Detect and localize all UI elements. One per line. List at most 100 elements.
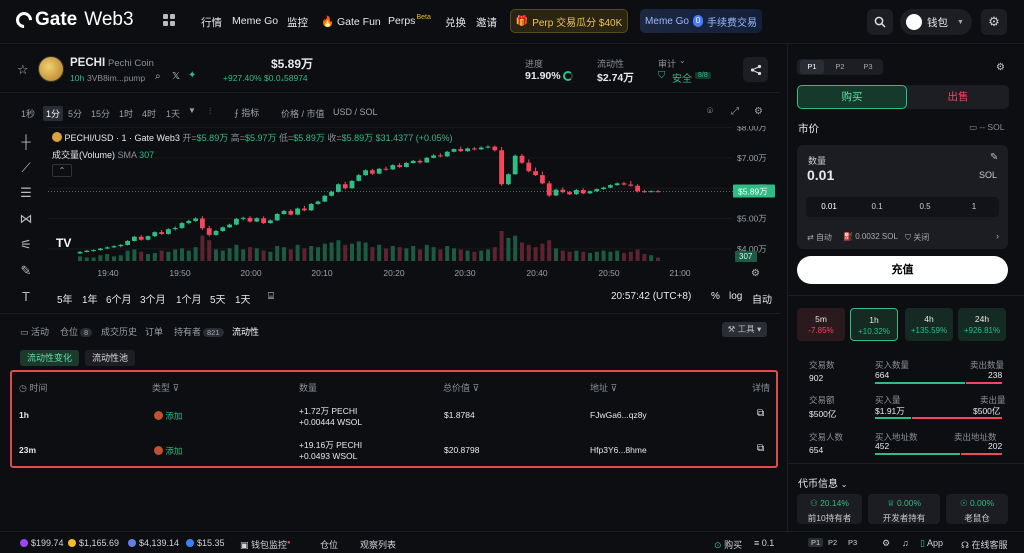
nav-gate-fun[interactable]: 🔥 Gate Fun [321, 15, 381, 28]
x-twitter-icon[interactable]: 𝕏 [172, 71, 180, 82]
interval-1m[interactable]: 1分 [43, 106, 64, 121]
log-toggle[interactable]: log [729, 291, 742, 302]
interval-1d[interactable]: 1天 [166, 107, 180, 120]
timeframe-1h[interactable]: 1h +10.32% [850, 308, 898, 341]
currency-toggle[interactable]: USD / SOL [333, 107, 378, 117]
priority-fee[interactable]: ⛽ 0.0032 SOL [843, 232, 898, 241]
interval-1s[interactable]: 1秒 [21, 107, 35, 120]
interval-15m[interactable]: 15分 [91, 107, 110, 120]
nav-meme-go[interactable]: Meme Go [232, 15, 278, 27]
quick-amount-0-01[interactable]: 0.01 [806, 199, 852, 215]
range-3m[interactable]: 3个月 [140, 291, 166, 306]
nav-invite[interactable]: 邀请 [476, 15, 497, 30]
candle-style-icon[interactable]: ⫶ [209, 106, 211, 117]
tools-dropdown[interactable]: ⚒ 工具 ▾ [722, 322, 767, 337]
slippage-auto[interactable]: ⇄ 自动 [807, 232, 832, 243]
buy-tab[interactable]: 购买 [797, 85, 907, 109]
fib-tool-icon[interactable]: ☰ [17, 185, 35, 203]
timeframe-5m[interactable]: 5m -7.85% [797, 308, 845, 341]
preset-p2[interactable]: P2 [828, 60, 852, 74]
range-6m[interactable]: 6个月 [106, 291, 132, 306]
chevron-right-icon[interactable]: › [996, 231, 999, 241]
ticker-base[interactable]: $15.35 [186, 538, 225, 548]
search-icon[interactable]: ⌕ [155, 71, 161, 82]
quick-buy-amount[interactable]: ≡ 0.1 [754, 538, 774, 548]
bottom-preset-p1[interactable]: P1 [808, 538, 824, 547]
watchlist-link[interactable]: 观察列表 [360, 538, 396, 551]
external-link-icon[interactable]: ⧉ [757, 443, 764, 454]
chevron-down-icon[interactable]: ⌄ [679, 56, 686, 65]
tab-trade-history[interactable]: 成交历史 [101, 325, 137, 338]
sell-tab[interactable]: 出售 [907, 85, 1009, 109]
amount-input[interactable]: 0.01 [807, 167, 834, 183]
subtab-liquidity-pools[interactable]: 流动性池 [85, 350, 136, 366]
perp-promo-banner[interactable]: 🎁 Perp 交易瓜分 $40K [510, 9, 628, 33]
tab-activity[interactable]: ▭ 活动 [20, 325, 49, 338]
bottom-preset-p3[interactable]: P3 [848, 538, 857, 547]
external-link-icon[interactable]: ⧉ [757, 408, 764, 419]
auto-scale-toggle[interactable]: 自动 [752, 291, 772, 306]
wallet-monitor-link[interactable]: ▣ 钱包监控● [240, 538, 291, 551]
nav-monitor[interactable]: 监控 [287, 15, 308, 30]
nav-market[interactable]: 行情 [201, 15, 222, 30]
price-chart[interactable]: $8.00万$7.00万$6.00万$5.00万$4.00万$5.89万3071… [0, 126, 780, 286]
camera-icon[interactable]: ⌾ [707, 106, 713, 117]
wallet-button[interactable]: 钱包 ▼ [900, 9, 972, 35]
nav-swap[interactable]: 兑换 [445, 15, 466, 30]
interval-5m[interactable]: 5分 [68, 107, 82, 120]
bell-icon[interactable]: ♫ [902, 538, 909, 548]
gate-web3-logo[interactable]: Gate Web3 [12, 8, 134, 32]
star-icon[interactable]: ☆ [17, 62, 29, 78]
range-5y[interactable]: 5年 [57, 291, 73, 306]
range-1y[interactable]: 1年 [82, 291, 98, 306]
chart-settings-icon[interactable]: ⚙ [754, 106, 763, 117]
date-range-icon[interactable]: ⌸ [268, 291, 274, 302]
ticker-eth[interactable]: $4,139.14 [128, 538, 179, 548]
positions-link[interactable]: 仓位 [320, 538, 338, 551]
quick-amount-1[interactable]: 1 [951, 199, 997, 215]
fullscreen-icon[interactable]: ⤢ [731, 106, 739, 117]
search-button[interactable] [867, 9, 893, 35]
app-download-link[interactable]: ▯ App [920, 538, 943, 549]
preset-p3[interactable]: P3 [856, 60, 880, 74]
support-link[interactable]: ☊ 在线客服 [961, 538, 1008, 551]
bottom-preset-p2[interactable]: P2 [828, 538, 837, 547]
measure-tool-icon[interactable]: ⚟ [17, 237, 35, 255]
deposit-button[interactable]: 充值 [797, 256, 1008, 284]
token-address[interactable]: 3VB8im...pump [87, 73, 145, 83]
apps-grid-icon[interactable] [163, 14, 175, 26]
brush-tool-icon[interactable]: ✎ [17, 263, 35, 281]
tab-holders[interactable]: 持有者 821 [174, 325, 224, 338]
range-5d[interactable]: 5天 [210, 291, 226, 306]
interval-1h[interactable]: 1时 [119, 107, 133, 120]
pattern-tool-icon[interactable]: ⋈ [17, 211, 35, 229]
percent-toggle[interactable]: % [711, 291, 720, 302]
token-info-toggle[interactable]: 代币信息 ⌄ [798, 475, 847, 490]
row-address[interactable]: FJwGa6...qz8y [590, 410, 647, 420]
quick-amount-0-1[interactable]: 0.1 [854, 199, 900, 215]
chart-clock[interactable]: 20:57:42 (UTC+8) [611, 291, 691, 302]
bottom-settings-icon[interactable]: ⚙ [882, 538, 890, 549]
interval-dropdown-icon[interactable]: ▼ [188, 106, 196, 115]
timeframe-24h[interactable]: 24h +926.81% [958, 308, 1006, 341]
price-mcap-toggle[interactable]: 价格 / 市值 [281, 107, 325, 120]
tab-positions[interactable]: 仓位 8 [60, 325, 93, 338]
col-address[interactable]: 地址 ⊽ [590, 381, 617, 394]
subtab-liquidity-changes[interactable]: 流动性变化 [20, 350, 80, 366]
quick-amount-0-5[interactable]: 0.5 [902, 199, 948, 215]
ticker-sol[interactable]: $199.74 [20, 538, 64, 548]
col-type[interactable]: 类型 ⊽ [152, 381, 179, 394]
settings-icon[interactable]: ⚙ [996, 62, 1005, 73]
indicators-button[interactable]: ⨍ 指标 [234, 106, 259, 119]
share-button[interactable] [743, 57, 768, 82]
timeframe-4h[interactable]: 4h +135.59% [905, 308, 953, 341]
tab-orders[interactable]: 订单 [145, 325, 163, 338]
settings-button[interactable]: ⚙ [981, 9, 1007, 35]
interval-4h[interactable]: 4时 [142, 107, 156, 120]
meme-go-promo-banner[interactable]: Meme Go 0 手续费交易 [640, 9, 762, 33]
range-1m[interactable]: 1个月 [176, 291, 202, 306]
range-1d[interactable]: 1天 [235, 291, 251, 306]
sparkle-icon[interactable]: ✦ [188, 70, 196, 81]
trendline-tool-icon[interactable]: ⟋ [17, 160, 35, 178]
col-time[interactable]: ◷ 时间 [19, 381, 47, 394]
